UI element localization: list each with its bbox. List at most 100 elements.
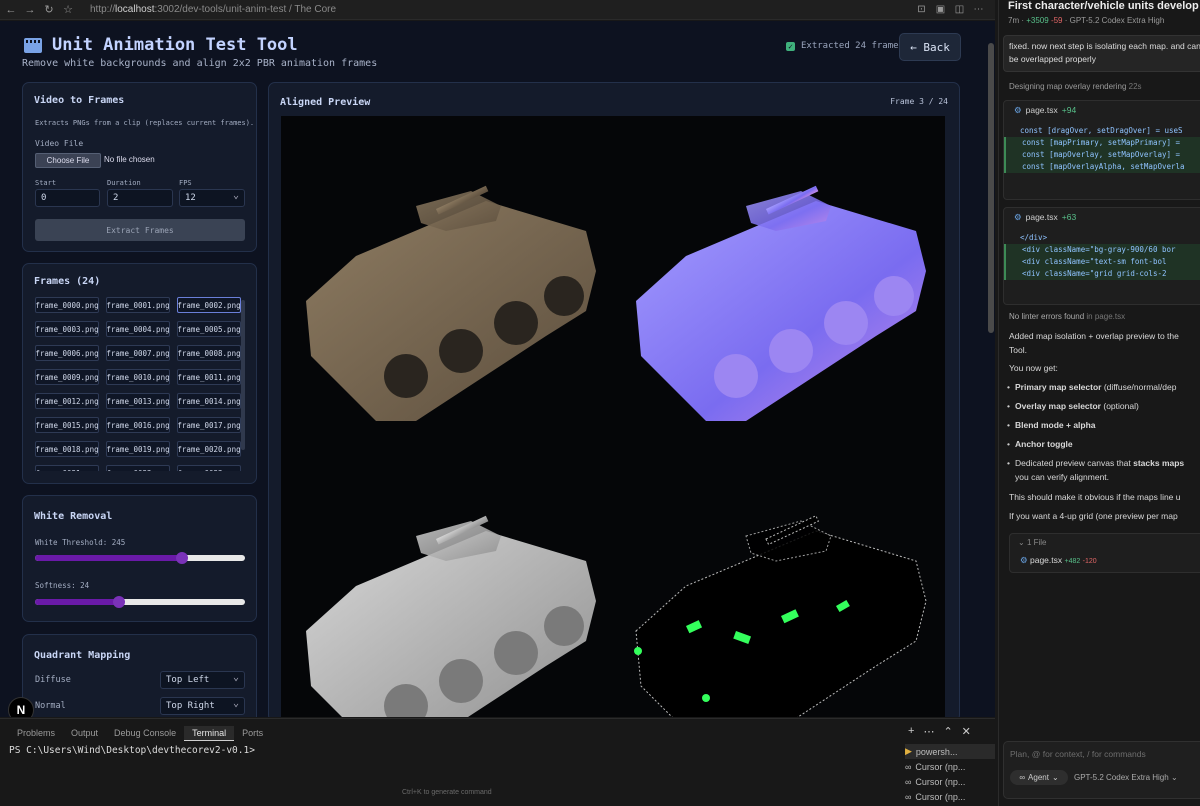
page-scrollbar[interactable] — [988, 43, 994, 333]
chat-composer[interactable]: Plan, @ for context, / for commands ∞ Age… — [1003, 741, 1200, 799]
frame-item[interactable]: frame_0010.png — [106, 369, 170, 385]
frame-item[interactable]: frame_0019.png — [106, 441, 170, 457]
browser-toolbar: ← → ↻ ☆ http://localhost:3002/dev-tools/… — [0, 0, 995, 20]
diffuse-quadrant-select[interactable]: Top Left — [160, 671, 245, 689]
tab-debug-console[interactable]: Debug Console — [106, 726, 184, 741]
tab-output[interactable]: Output — [63, 726, 106, 741]
frame-item[interactable]: frame_0012.png — [35, 393, 99, 409]
tab-ports[interactable]: Ports — [234, 726, 271, 741]
slider-thumb[interactable] — [113, 596, 125, 608]
tab-terminal[interactable]: Terminal — [184, 726, 235, 741]
terminal-session-item[interactable]: ∞ Cursor (np... — [905, 774, 995, 789]
star-icon[interactable]: ☆ — [60, 2, 76, 18]
frames-scrollbar[interactable] — [241, 300, 245, 450]
terminal-icon[interactable]: ▣ — [934, 3, 947, 16]
panel-title: Frames (24) — [34, 276, 101, 287]
frame-item[interactable]: frame_0023.png — [177, 465, 241, 471]
user-message[interactable]: fixed. now next step is isolating each m… — [1003, 35, 1200, 72]
fps-select[interactable]: 12 — [179, 189, 245, 207]
agent-mode-button[interactable]: ∞ Agent ⌄ — [1010, 770, 1068, 785]
frame-item[interactable]: frame_0002.png — [177, 297, 241, 313]
softness-slider[interactable] — [35, 596, 245, 608]
composer-input[interactable]: Plan, @ for context, / for commands — [1010, 749, 1146, 759]
address-bar[interactable]: http://localhost:3002/dev-tools/unit-ani… — [90, 4, 336, 15]
new-terminal-icon[interactable]: + — [908, 725, 914, 738]
session-label: Cursor (np... — [915, 761, 966, 772]
bullet-item: Anchor toggle — [1007, 438, 1073, 451]
frame-item[interactable]: frame_0007.png — [106, 345, 170, 361]
diff-added: +94 — [1061, 105, 1077, 115]
tab-problems[interactable]: Problems — [9, 726, 63, 741]
frame-item[interactable]: frame_0006.png — [35, 345, 99, 361]
code-line: const [dragOver, setDragOver] = useS — [1020, 126, 1183, 135]
model-selector[interactable]: GPT-5.2 Codex Extra High ⌄ — [1074, 773, 1178, 782]
frame-item[interactable]: frame_0009.png — [35, 369, 99, 385]
frame-item[interactable]: frame_0014.png — [177, 393, 241, 409]
preview-canvas[interactable] — [281, 116, 945, 717]
frame-item[interactable]: frame_0011.png — [177, 369, 241, 385]
frame-item[interactable]: frame_0018.png — [35, 441, 99, 457]
frame-item[interactable]: frame_0005.png — [177, 321, 241, 337]
maximize-icon[interactable]: ⌃ — [943, 725, 952, 738]
bullet-bold: Primary map selector — [1015, 382, 1102, 392]
frame-item[interactable]: frame_0008.png — [177, 345, 241, 361]
close-icon[interactable]: ✕ — [962, 725, 971, 738]
pbr-quadrants — [306, 185, 927, 717]
clapperboard-icon — [24, 37, 42, 53]
frames-panel: Frames (24) frame_0000.png frame_0001.png… — [22, 263, 257, 484]
next-dev-badge[interactable]: N — [8, 697, 34, 717]
agent-chat-panel: First character/vehicle units develop 7m… — [998, 0, 1200, 806]
frame-item[interactable]: frame_0001.png — [106, 297, 170, 313]
status-badge: ✓ Extracted 24 frames — [786, 41, 904, 51]
back-button[interactable]: ← Back — [899, 33, 961, 61]
meta-time: 7m — [1008, 16, 1020, 25]
duration-input[interactable]: 2 — [107, 189, 173, 207]
page-title: Unit Animation Test Tool — [24, 35, 298, 55]
frame-item[interactable]: frame_0003.png — [35, 321, 99, 337]
softness-label: Softness: 24 — [35, 581, 90, 590]
title-text: Unit Animation Test Tool — [52, 35, 298, 55]
gear-icon: ⚙ — [1020, 555, 1028, 565]
split-icon[interactable]: ◫ — [953, 3, 966, 16]
terminal-prompt[interactable]: PS C:\Users\Wind\Desktop\devthecorev2-v0… — [9, 745, 255, 756]
threshold-label: White Threshold: 245 — [35, 538, 126, 547]
normal-quadrant-select[interactable]: Top Right — [160, 697, 245, 715]
frame-item[interactable]: frame_0020.png — [177, 441, 241, 457]
bullet-item: Primary map selector (diffuse/normal/dep — [1007, 381, 1176, 394]
diff-file-name: page.tsx — [1025, 212, 1058, 222]
terminal-session-item[interactable]: ∞ Cursor (np... — [905, 759, 995, 774]
no-file-text: No file chosen — [104, 155, 155, 164]
thinking-text: Designing map overlay rendering — [1009, 82, 1127, 91]
forward-arrow-icon[interactable]: → — [22, 2, 38, 18]
code-diff-block[interactable]: ⚙ page.tsx +94 const [dragOver, setDragOve… — [1003, 100, 1200, 200]
back-arrow-icon[interactable]: ← — [3, 2, 19, 18]
threshold-slider[interactable] — [35, 552, 245, 564]
more-icon[interactable]: ⋯ — [923, 725, 934, 738]
screenshot-icon[interactable]: ⊡ — [915, 3, 928, 16]
changed-files-box[interactable]: ⌄ 1 File ⚙ page.tsx +482 -120 — [1009, 533, 1200, 573]
extract-frames-button[interactable]: Extract Frames — [35, 219, 245, 241]
code-diff-block[interactable]: ⚙ page.tsx +63 </div> <div className="bg-gr… — [1003, 207, 1200, 305]
frame-item[interactable]: frame_0022.png — [106, 465, 170, 471]
reload-icon[interactable]: ↻ — [41, 2, 57, 18]
terminal-session-item[interactable]: ∞ Cursor (np... — [905, 789, 995, 804]
menu-icon[interactable]: ⋯ — [972, 3, 985, 16]
choose-file-button[interactable]: Choose File — [35, 153, 101, 168]
bullet-continuation: you can verify alignment. — [1015, 472, 1110, 482]
lint-file: in page.tsx — [1086, 312, 1126, 321]
gear-icon: ⚙ — [1014, 211, 1022, 222]
frame-item[interactable]: frame_0016.png — [106, 417, 170, 433]
panel-title: Quadrant Mapping — [34, 650, 131, 661]
frame-item[interactable]: frame_0004.png — [106, 321, 170, 337]
frame-item[interactable]: frame_0015.png — [35, 417, 99, 433]
changed-file-row[interactable]: ⚙ page.tsx +482 -120 — [1020, 555, 1097, 566]
frame-item[interactable]: frame_0017.png — [177, 417, 241, 433]
start-input[interactable]: 0 — [35, 189, 100, 207]
frame-item[interactable]: frame_0013.png — [106, 393, 170, 409]
chat-meta: 7m · +3509 -59 · GPT-5.2 Codex Extra Hig… — [1008, 16, 1165, 25]
frame-item[interactable]: frame_0000.png — [35, 297, 99, 313]
frame-item[interactable]: frame_0021.png — [35, 465, 99, 471]
slider-thumb[interactable] — [176, 552, 188, 564]
agent-label: Agent — [1028, 773, 1049, 782]
terminal-session-item[interactable]: ▶ powersh... — [905, 744, 995, 759]
